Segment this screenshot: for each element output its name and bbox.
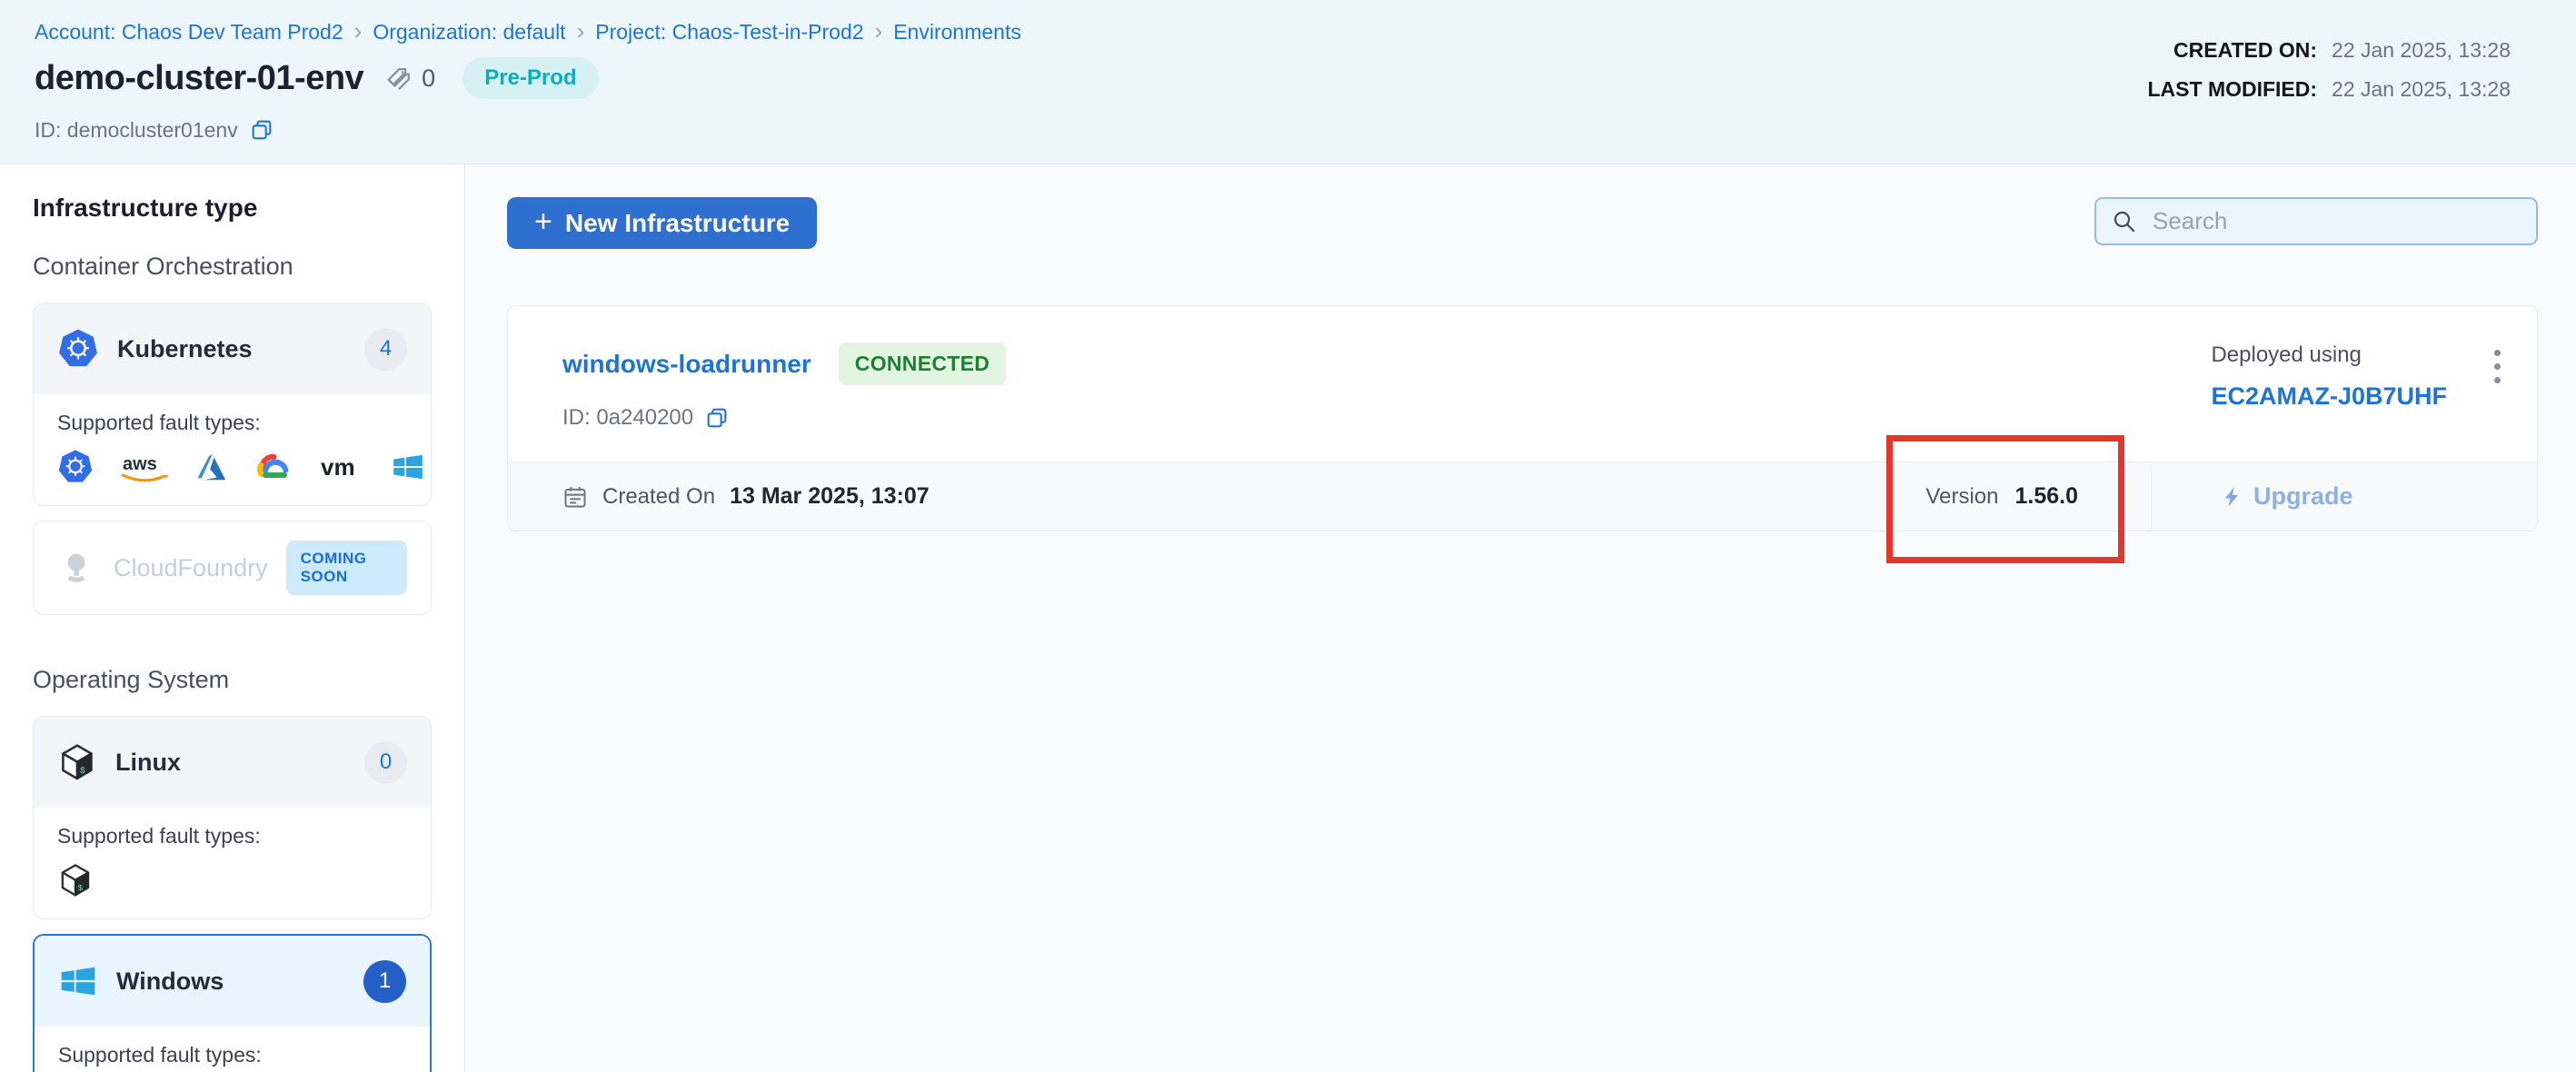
windows-icon bbox=[58, 961, 98, 1001]
kubernetes-count-badge: 4 bbox=[364, 328, 407, 371]
created-on-label: CREATED ON: bbox=[2148, 38, 2318, 63]
kubernetes-label: Kubernetes bbox=[117, 335, 253, 363]
search-input[interactable] bbox=[2151, 206, 2521, 236]
upgrade-button[interactable]: Upgrade bbox=[2151, 462, 2537, 531]
svg-text:vm: vm bbox=[321, 453, 355, 481]
tags-group: 0 bbox=[383, 63, 435, 94]
infra-type-card-cloudfoundry: CloudFoundry COMING SOON bbox=[33, 521, 432, 615]
windows-label: Windows bbox=[116, 968, 224, 996]
breadcrumb-environments[interactable]: Environments bbox=[893, 20, 1021, 45]
infra-type-card-windows[interactable]: Windows 1 Supported fault types: bbox=[33, 934, 432, 1072]
cloudfoundry-icon bbox=[57, 549, 95, 587]
more-options-icon[interactable] bbox=[2491, 346, 2504, 387]
search-icon bbox=[2111, 208, 2138, 235]
infrastructure-id: ID: 0a240200 bbox=[562, 405, 693, 431]
created-on-label: Created On bbox=[602, 484, 715, 510]
plus-icon: + bbox=[534, 206, 552, 237]
tag-count: 0 bbox=[422, 65, 435, 93]
windows-count-badge: 1 bbox=[363, 960, 406, 1003]
search-box bbox=[2094, 197, 2538, 245]
azure-icon bbox=[194, 450, 230, 484]
page-title: demo-cluster-01-env bbox=[35, 59, 363, 98]
last-modified-value: 22 Jan 2025, 13:28 bbox=[2332, 77, 2511, 102]
environment-main-panel: + New Infrastructure bbox=[465, 164, 2576, 1072]
linux-label: Linux bbox=[115, 749, 181, 777]
infrastructure-card: windows-loadrunner CONNECTED ID: 0a24020… bbox=[507, 305, 2538, 531]
svg-text:aws: aws bbox=[123, 454, 157, 474]
created-on-value: 13 Mar 2025, 13:07 bbox=[730, 483, 930, 510]
environment-type-badge: Pre-Prod bbox=[462, 57, 598, 99]
last-modified-label: LAST MODIFIED: bbox=[2148, 77, 2318, 102]
sidebar-heading: Infrastructure type bbox=[33, 194, 432, 223]
status-badge: CONNECTED bbox=[839, 342, 1006, 385]
breadcrumb-project[interactable]: Project: Chaos-Test-in-Prod2 bbox=[595, 20, 863, 45]
page: Account: Chaos Dev Team Prod2 › Organiza… bbox=[0, 0, 2576, 1072]
version-value: 1.56.0 bbox=[2014, 483, 2078, 510]
breadcrumb-separator: › bbox=[354, 19, 363, 43]
new-infrastructure-button[interactable]: + New Infrastructure bbox=[507, 197, 817, 249]
breadcrumb-organization[interactable]: Organization: default bbox=[373, 20, 565, 45]
infrastructure-type-sidebar: Infrastructure type Container Orchestrat… bbox=[0, 164, 465, 1072]
windows-icon bbox=[390, 450, 426, 484]
svg-text:$: $ bbox=[78, 883, 84, 893]
lightning-icon bbox=[2221, 483, 2244, 511]
supported-fault-types-label: Supported fault types: bbox=[57, 824, 407, 849]
page-header: Account: Chaos Dev Team Prod2 › Organiza… bbox=[0, 0, 2576, 164]
header-meta: CREATED ON: 22 Jan 2025, 13:28 LAST MODI… bbox=[2148, 38, 2511, 102]
deployed-using-link[interactable]: EC2AMAZ-J0B7UHF bbox=[2211, 382, 2447, 411]
upgrade-label: Upgrade bbox=[2253, 482, 2353, 511]
infrastructure-name-link[interactable]: windows-loadrunner bbox=[562, 350, 811, 379]
environment-id: ID: democluster01env bbox=[35, 118, 238, 143]
linux-icon: $ bbox=[57, 742, 97, 782]
tags-icon bbox=[383, 63, 414, 94]
cloudfoundry-label: CloudFoundry bbox=[114, 554, 268, 582]
infra-type-card-kubernetes[interactable]: Kubernetes 4 Supported fault types: bbox=[33, 303, 432, 506]
new-infrastructure-label: New Infrastructure bbox=[565, 209, 790, 238]
supported-fault-types-label: Supported fault types: bbox=[58, 1043, 406, 1067]
linux-count-badge: 0 bbox=[364, 741, 407, 784]
vmware-icon: vm bbox=[319, 452, 366, 482]
breadcrumb-separator: › bbox=[577, 19, 585, 43]
breadcrumb-separator: › bbox=[875, 19, 883, 43]
infra-type-card-linux[interactable]: $ Linux 0 Supported fault types: bbox=[33, 716, 432, 919]
operating-system-label: Operating System bbox=[33, 666, 432, 694]
deployed-using-label: Deployed using bbox=[2211, 342, 2447, 368]
kubernetes-icon bbox=[57, 328, 99, 370]
copy-icon[interactable] bbox=[249, 117, 274, 143]
copy-icon[interactable] bbox=[704, 405, 730, 431]
supported-fault-types-label: Supported fault types: bbox=[57, 411, 407, 435]
calendar-icon bbox=[562, 484, 588, 510]
gcp-icon bbox=[254, 452, 295, 482]
container-orchestration-label: Container Orchestration bbox=[33, 253, 432, 281]
aws-icon: aws bbox=[117, 450, 170, 484]
created-on-value: 22 Jan 2025, 13:28 bbox=[2332, 38, 2511, 63]
kubernetes-icon bbox=[57, 449, 94, 485]
breadcrumb-account[interactable]: Account: Chaos Dev Team Prod2 bbox=[35, 20, 343, 45]
svg-text:$: $ bbox=[80, 766, 85, 777]
coming-soon-badge: COMING SOON bbox=[286, 541, 407, 595]
version-label: Version bbox=[1925, 484, 1998, 510]
linux-icon: $ bbox=[57, 862, 94, 898]
